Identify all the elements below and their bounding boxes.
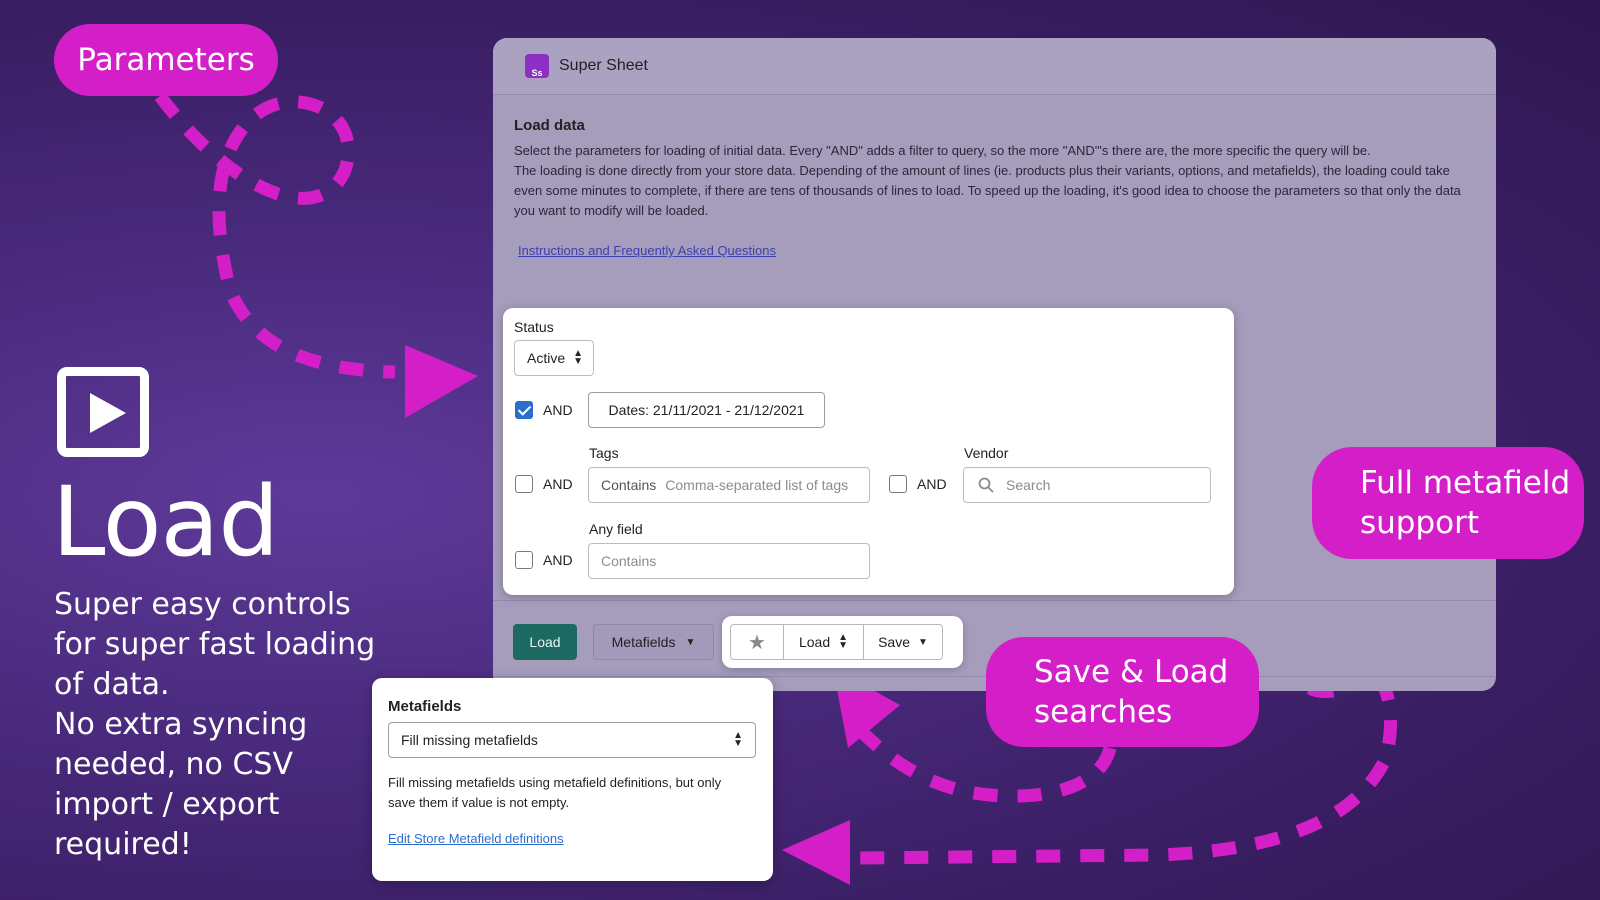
load-search-select[interactable]: Load ▲ ▼ [783,624,864,660]
hero-description: Super easy controls for super fast loadi… [54,587,376,862]
vendor-placeholder: Search [1006,477,1051,493]
tags-label: Tags [589,445,619,461]
and-label: AND [543,402,573,418]
metafields-mode-description: Fill missing metafields using metafield … [388,775,722,810]
select-arrows-icon: ▲ ▼ [573,348,584,367]
and-label: AND [917,476,947,492]
metafield-support-callout: Full metafield support [1312,447,1584,559]
tags-input[interactable]: Contains Comma-separated list of tags [588,467,870,503]
search-icon [978,477,994,493]
vendor-search-input[interactable]: Search [963,467,1211,503]
status-value: Active [527,350,566,366]
load-button[interactable]: Load [513,624,577,660]
saved-searches-toolbar: ★ Load ▲ ▼ Save ▼ [722,616,963,668]
edit-metafield-definitions-link[interactable]: Edit Store Metafield definitions [388,831,564,846]
tags-placeholder: Comma-separated list of tags [665,477,849,493]
save-search-button[interactable]: Save ▼ [863,624,943,660]
faq-link[interactable]: Instructions and Frequently Asked Questi… [518,243,776,258]
parameters-callout-text: Parameters [77,42,255,78]
status-select[interactable]: Active ▲ ▼ [514,340,594,376]
any-field-label: Any field [589,521,643,537]
select-arrows-icon: ▲ ▼ [733,730,743,749]
play-icon [57,367,149,457]
and-label: AND [543,476,573,492]
dates-and-checkbox[interactable] [515,401,533,419]
parameters-panel: Status Active ▲ ▼ AND Dates: 21/11/2021 -… [503,308,1234,595]
dates-range-button[interactable]: Dates: 21/11/2021 - 21/12/2021 [588,392,825,428]
any-field-input[interactable]: Contains [588,543,870,579]
caret-down-icon: ▼ [685,636,696,648]
vendor-label: Vendor [964,445,1009,461]
section-title: Load data [514,117,585,134]
status-label: Status [514,319,554,335]
hero-heading: Load [52,466,279,578]
load-data-section: Load data Select the parameters for load… [493,95,1496,260]
app-logo-text: Ss [531,68,543,78]
metafields-button-label: Metafields [611,634,676,650]
vendor-and-checkbox[interactable] [889,475,907,493]
app-title: Super Sheet [559,57,648,74]
metafields-mode-value: Fill missing metafields [401,732,538,748]
metafield-support-callout-text: Full metafield support [1360,465,1571,541]
select-arrows-icon: ▲ ▼ [838,632,849,651]
params-arrowhead [405,345,478,418]
save-search-label: Save [878,634,910,650]
tags-contains-prefix: Contains [601,477,657,493]
description-paragraph-1: Select the parameters for loading of ini… [514,143,1371,158]
anyfield-and-checkbox[interactable] [515,551,533,569]
tags-and-checkbox[interactable] [515,475,533,493]
params-arrow-path [154,92,396,379]
load-search-label: Load [798,634,831,650]
and-label: AND [543,552,573,568]
metafields-popover-title: Metafields [388,698,462,715]
meta-arrowhead [782,820,850,885]
description-paragraph-2: The loading is done directly from your s… [514,163,1461,218]
app-logo-icon: Ss [525,54,549,78]
star-icon[interactable]: ★ [730,624,784,660]
save-load-callout-text: Save & Load searches [1034,654,1229,730]
caret-down-icon: ▼ [918,636,928,648]
any-field-placeholder: Contains [601,553,657,569]
metafields-popover: Metafields Fill missing metafields ▲ ▼ Fi… [372,678,773,881]
app-titlebar: Ss Super Sheet [493,38,1496,95]
metafields-button[interactable]: Metafields ▼ [593,624,714,660]
metafields-mode-select[interactable]: Fill missing metafields ▲ ▼ [388,722,756,758]
save-load-callout: Save & Load searches [986,637,1259,747]
divider [493,600,1496,601]
parameters-callout: Parameters [54,24,278,96]
